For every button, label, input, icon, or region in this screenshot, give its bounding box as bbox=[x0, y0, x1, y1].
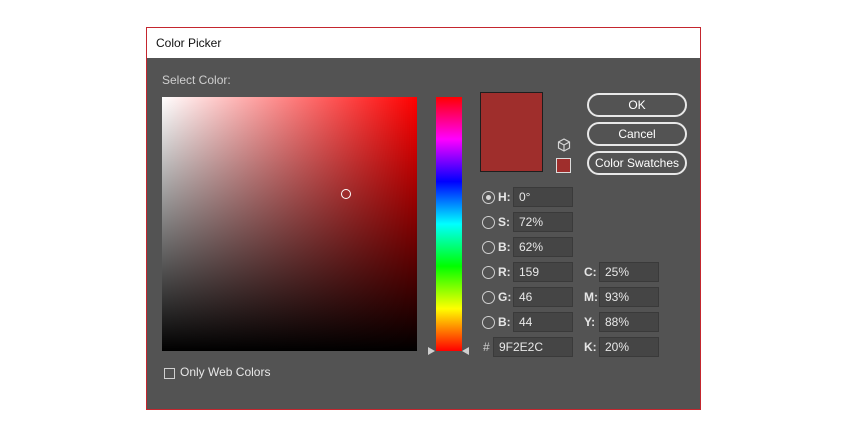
select-color-label: Select Color: bbox=[162, 73, 231, 87]
saturation-brightness-field[interactable] bbox=[162, 97, 417, 351]
radio-saturation[interactable] bbox=[482, 216, 495, 229]
hue-slider-left-arrow[interactable] bbox=[428, 347, 435, 355]
red-field[interactable]: 159 bbox=[513, 262, 573, 282]
dialog-title: Color Picker bbox=[156, 36, 222, 50]
blue-field[interactable]: 44 bbox=[513, 312, 573, 332]
black-label: K: bbox=[584, 340, 597, 354]
radio-hue[interactable] bbox=[482, 191, 495, 204]
yellow-label: Y: bbox=[584, 315, 596, 329]
yellow-field[interactable]: 88% bbox=[599, 312, 659, 332]
title-bar[interactable]: Color Picker bbox=[147, 28, 700, 58]
green-field[interactable]: 46 bbox=[513, 287, 573, 307]
magenta-label: M: bbox=[584, 290, 598, 304]
radio-blue[interactable] bbox=[482, 316, 495, 329]
color-marker[interactable] bbox=[340, 188, 351, 199]
green-label: G: bbox=[498, 290, 512, 304]
cyan-field[interactable]: 25% bbox=[599, 262, 659, 282]
blue-label: B: bbox=[498, 315, 511, 329]
only-web-colors-label: Only Web Colors bbox=[180, 365, 271, 379]
radio-green[interactable] bbox=[482, 291, 495, 304]
only-web-colors-checkbox[interactable] bbox=[164, 368, 175, 379]
hue-field[interactable]: 0° bbox=[513, 187, 573, 207]
hue-label: H: bbox=[498, 190, 511, 204]
radio-brightness[interactable] bbox=[482, 241, 495, 254]
color-preview bbox=[480, 92, 543, 172]
hex-field[interactable]: 9F2E2C bbox=[493, 337, 573, 357]
web-safe-color-swatch[interactable] bbox=[556, 158, 571, 173]
red-label: R: bbox=[498, 265, 511, 279]
color-swatches-button[interactable]: Color Swatches bbox=[587, 151, 687, 175]
cube-icon[interactable] bbox=[557, 138, 571, 152]
saturation-field[interactable]: 72% bbox=[513, 212, 573, 232]
magenta-field[interactable]: 93% bbox=[599, 287, 659, 307]
cyan-label: C: bbox=[584, 265, 597, 279]
black-field[interactable]: 20% bbox=[599, 337, 659, 357]
saturation-label: S: bbox=[498, 215, 510, 229]
brightness-field[interactable]: 62% bbox=[513, 237, 573, 257]
cancel-button[interactable]: Cancel bbox=[587, 122, 687, 146]
radio-red[interactable] bbox=[482, 266, 495, 279]
hue-slider-right-arrow[interactable] bbox=[462, 347, 469, 355]
hex-symbol: # bbox=[483, 340, 490, 354]
color-picker-dialog: Color Picker Select Color: OK Cancel Col… bbox=[146, 27, 701, 410]
brightness-label: B: bbox=[498, 240, 511, 254]
ok-button[interactable]: OK bbox=[587, 93, 687, 117]
hue-slider[interactable] bbox=[436, 97, 462, 351]
